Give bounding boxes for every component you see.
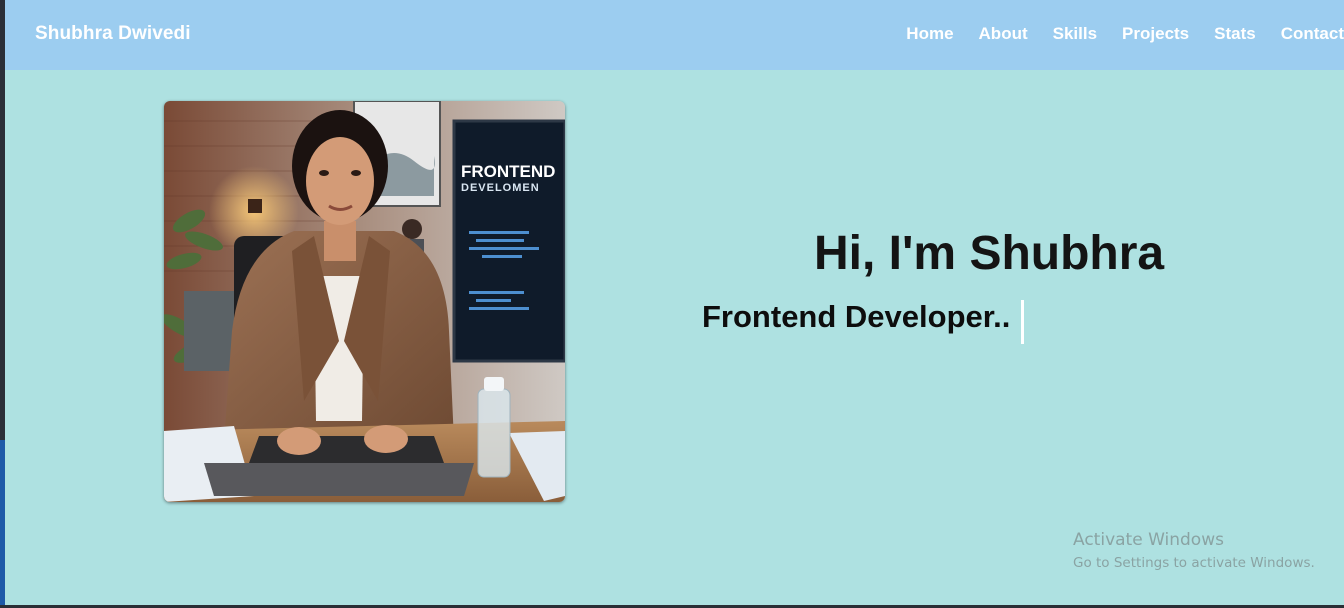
hero-title: Hi, I'm Shubhra [814, 227, 1165, 280]
monitor-text-2: DEVELOMEN [461, 182, 540, 194]
nav-link-about[interactable]: About [979, 24, 1028, 44]
browser-viewport: Shubhra Dwivedi Home About Skills Projec… [5, 0, 1344, 605]
nav-link-home[interactable]: Home [906, 24, 953, 44]
windows-activation-watermark: Activate Windows Go to Settings to activ… [1073, 530, 1315, 571]
navbar: Shubhra Dwivedi Home About Skills Projec… [5, 0, 1344, 70]
nav-link-skills[interactable]: Skills [1053, 24, 1097, 44]
nav-links: Home About Skills Projects Stats Contact [906, 24, 1344, 44]
watermark-title: Activate Windows [1073, 530, 1224, 550]
typing-cursor [1021, 300, 1024, 344]
nav-link-contact[interactable]: Contact [1281, 24, 1344, 44]
monitor-text-1: FRONTEND [461, 162, 555, 181]
profile-photo: FRONTEND DEVELOMEN [164, 101, 565, 502]
nav-link-stats[interactable]: Stats [1214, 24, 1256, 44]
nav-link-projects[interactable]: Projects [1122, 24, 1189, 44]
hero-subtitle: Frontend Developer.. [702, 299, 1011, 334]
brand-name[interactable]: Shubhra Dwivedi [35, 23, 191, 45]
watermark-subtitle: Go to Settings to activate Windows. [1073, 555, 1315, 571]
